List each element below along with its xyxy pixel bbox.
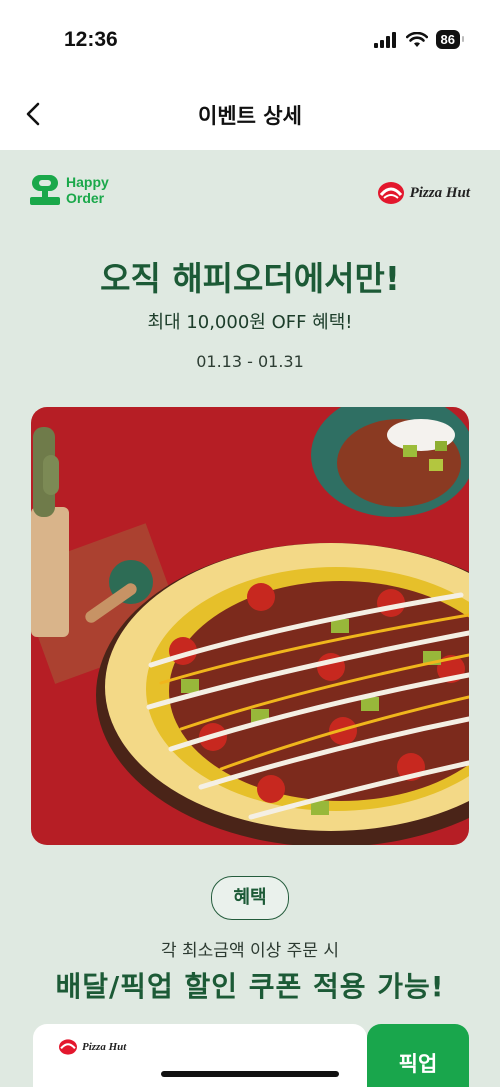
pickup-coupon-button[interactable]: 픽업 bbox=[367, 1024, 469, 1087]
happy-order-logo: Happy Order bbox=[30, 174, 109, 206]
pizza-hut-wordmark: Pizza Hut bbox=[409, 184, 470, 201]
pizza-hut-logo: Pizza Hut bbox=[376, 180, 470, 206]
home-indicator bbox=[161, 1071, 339, 1077]
status-bar: 12:36 86 bbox=[0, 0, 500, 80]
status-time: 12:36 bbox=[64, 28, 118, 51]
coupon-brand: Pizza Hut bbox=[57, 1038, 126, 1056]
happy-order-logo-icon bbox=[30, 175, 60, 205]
happy-order-line1: Happy bbox=[66, 174, 109, 190]
benefit-condition: 각 최소금액 이상 주문 시 bbox=[160, 941, 339, 961]
wifi-icon bbox=[405, 31, 428, 47]
pizza-hut-logo-icon bbox=[59, 1039, 77, 1055]
event-subheadline: 최대 10,000원 OFF 혜택! bbox=[147, 312, 353, 333]
pizza-hero-image bbox=[31, 407, 469, 845]
event-banner: Happy Order Pizza Hut 오직 해피오더에서만! 최대 10,… bbox=[0, 150, 500, 1087]
battery-icon: 86 bbox=[435, 30, 465, 49]
benefit-badge: 혜택 bbox=[211, 876, 289, 920]
event-dates: 01.13 - 01.31 bbox=[196, 352, 304, 371]
coupon-card[interactable]: Pizza Hut bbox=[33, 1024, 367, 1087]
happy-order-line2: Order bbox=[66, 190, 105, 206]
signal-icon bbox=[373, 31, 396, 48]
navigation-bar: 이벤트 상세 bbox=[0, 80, 500, 150]
status-icons: 86 bbox=[373, 30, 465, 49]
pizza-hut-logo-icon bbox=[377, 182, 404, 204]
event-headline: 오직 해피오더에서만! bbox=[100, 259, 400, 298]
page-title: 이벤트 상세 bbox=[198, 104, 302, 128]
coupon-brand-wordmark: Pizza Hut bbox=[82, 1041, 127, 1053]
benefit-text: 배달/픽업 할인 쿠폰 적용 가능! bbox=[55, 970, 445, 1003]
